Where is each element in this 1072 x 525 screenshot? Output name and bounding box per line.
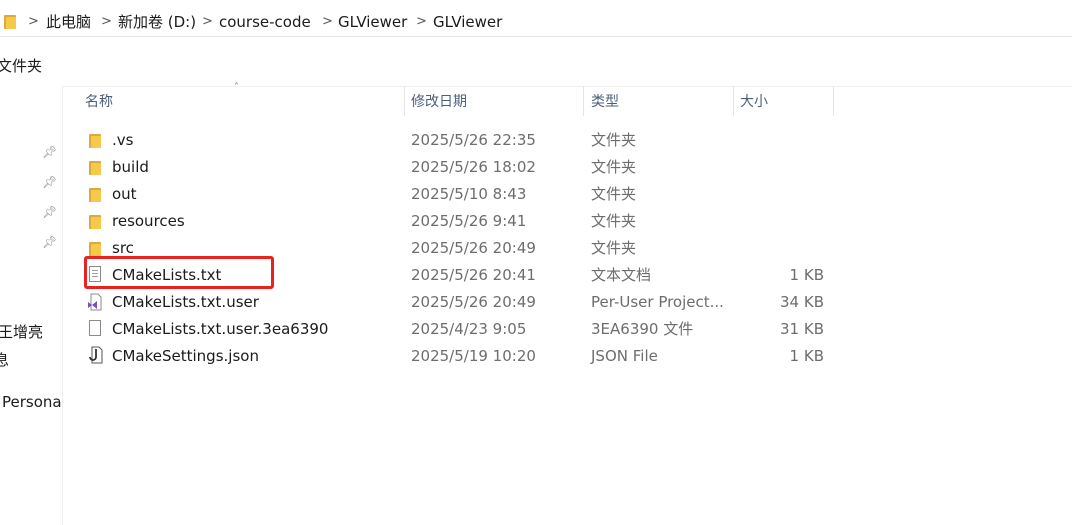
pin-icon[interactable]: 📌︎	[42, 205, 57, 219]
file-type: 文件夹	[591, 158, 637, 176]
file-type: JSON File	[591, 347, 658, 365]
file-date: 2025/5/26 20:49	[411, 293, 536, 311]
chevron-right-icon[interactable]: >	[28, 12, 39, 32]
folder-icon	[89, 242, 101, 256]
sort-ascending-icon: ˄	[234, 82, 239, 93]
visual-studio-file-icon	[88, 293, 102, 311]
file-date: 2025/5/26 22:35	[411, 131, 536, 149]
chevron-right-icon[interactable]: >	[322, 12, 333, 32]
file-type: 3EA6390 文件	[591, 320, 694, 338]
folder-icon	[4, 15, 16, 29]
file-type: 文件夹	[591, 185, 637, 203]
file-date: 2025/5/26 20:49	[411, 239, 536, 257]
highlight-annotation-box	[84, 256, 274, 289]
toolbar	[0, 37, 1072, 87]
file-date: 2025/5/10 8:43	[411, 185, 527, 203]
file-name: CMakeLists.txt.user.3ea6390	[112, 320, 329, 338]
folder-icon	[89, 215, 101, 229]
address-bar[interactable]: > 此电脑 > 新加卷 (D:) > course-code > GLViewe…	[0, 0, 1072, 37]
file-date: 2025/5/26 20:41	[411, 266, 536, 284]
file-date: 2025/5/26 9:41	[411, 212, 527, 230]
file-date: 2025/5/26 18:02	[411, 158, 536, 176]
nav-item-user[interactable]: 王增亮	[0, 322, 43, 342]
chevron-right-icon[interactable]: >	[416, 12, 427, 32]
file-size: 31 KB	[780, 320, 824, 338]
breadcrumb-drive-d[interactable]: 新加卷 (D:)	[118, 12, 196, 32]
breadcrumb-course-code[interactable]: course-code	[219, 12, 311, 32]
folder-icon	[89, 134, 101, 148]
column-divider[interactable]	[583, 86, 584, 116]
chevron-right-icon[interactable]: >	[101, 12, 112, 32]
file-date: 2025/4/23 9:05	[411, 320, 527, 338]
file-name: build	[112, 158, 149, 176]
file-name: .vs	[112, 131, 134, 149]
file-row[interactable]: .vs 2025/5/26 22:35 文件夹	[82, 127, 832, 154]
file-row[interactable]: CMakeLists.txt.user 2025/5/26 20:49 Per-…	[82, 289, 832, 316]
file-row[interactable]: CMakeSettings.json 2025/5/19 10:20 JSON …	[82, 343, 832, 370]
file-row[interactable]: out 2025/5/10 8:43 文件夹	[82, 181, 832, 208]
column-header-type[interactable]: 类型	[591, 92, 619, 112]
file-type: 文件夹	[591, 239, 637, 257]
column-header-name[interactable]: 名称	[85, 92, 113, 112]
toolbar-new-folder[interactable]: 文件夹	[0, 56, 42, 76]
file-size: 34 KB	[780, 293, 824, 311]
folder-icon	[89, 161, 101, 175]
file-row[interactable]: CMakeLists.txt.user.3ea6390 2025/4/23 9:…	[82, 316, 832, 343]
file-name: out	[112, 185, 137, 203]
file-type: 文件夹	[591, 212, 637, 230]
breadcrumb-glviewer[interactable]: GLViewer	[338, 12, 407, 32]
column-divider[interactable]	[833, 86, 834, 116]
file-name: resources	[112, 212, 185, 230]
column-divider[interactable]	[733, 86, 734, 116]
breadcrumb-glviewer-current[interactable]: GLViewer	[433, 12, 502, 32]
file-size: 1 KB	[789, 347, 824, 365]
file-row[interactable]: build 2025/5/26 18:02 文件夹	[82, 154, 832, 181]
file-name: src	[112, 239, 134, 257]
column-header-date[interactable]: 修改日期	[411, 92, 467, 112]
file-name: CMakeSettings.json	[112, 347, 259, 365]
file-type: 文本文档	[591, 266, 652, 284]
column-header-size[interactable]: 大小	[740, 92, 768, 112]
file-size: 1 KB	[789, 266, 824, 284]
file-date: 2025/5/19 10:20	[411, 347, 536, 365]
blank-file-icon	[89, 320, 101, 336]
pin-icon[interactable]: 📌︎	[42, 175, 57, 189]
nav-item-info[interactable]: 息	[0, 350, 9, 370]
file-type: 文件夹	[591, 131, 637, 149]
breadcrumb-this-pc[interactable]: 此电脑	[46, 12, 91, 32]
file-name: CMakeLists.txt.user	[112, 293, 259, 311]
json-file-icon	[89, 346, 103, 364]
pin-icon[interactable]: 📌︎	[42, 235, 57, 249]
file-type: Per-User Project...	[591, 293, 724, 311]
file-row[interactable]: resources 2025/5/26 9:41 文件夹	[82, 208, 832, 235]
nav-item-personal[interactable]: Persona	[2, 392, 62, 412]
chevron-right-icon[interactable]: >	[202, 12, 213, 32]
pin-icon[interactable]: 📌︎	[42, 145, 57, 159]
column-divider[interactable]	[404, 86, 405, 116]
folder-icon	[89, 188, 101, 202]
